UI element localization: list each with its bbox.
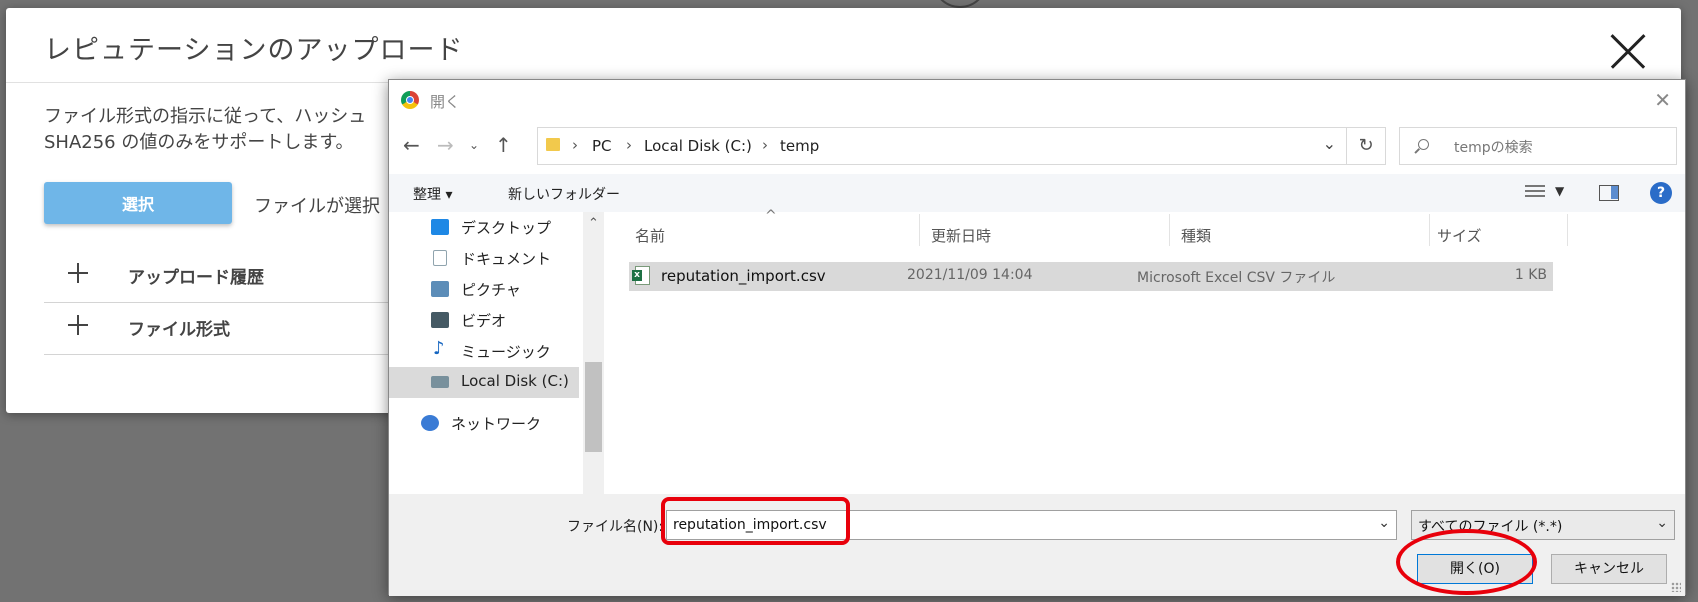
forward-arrow-icon[interactable]: → <box>437 133 454 157</box>
sidebar-item-music[interactable]: ♪ ミュージック <box>389 336 579 367</box>
plus-icon <box>68 262 90 284</box>
sidebar-item-pictures[interactable]: ピクチャ <box>389 274 579 305</box>
chrome-icon <box>401 91 419 109</box>
sidebar-item-network[interactable]: ネットワーク <box>389 408 579 439</box>
folder-icon <box>546 138 560 151</box>
up-arrow-icon[interactable]: ↑ <box>495 133 512 157</box>
modal-description: ファイル形式の指示に従って、ハッシュ SHA256 の値のみをサポートします。 <box>44 104 404 156</box>
desktop-icon <box>431 219 449 235</box>
column-header-size[interactable]: サイズ <box>1437 225 1482 246</box>
description-line-1: ファイル形式の指示に従って、ハッシュ <box>44 106 367 127</box>
sort-ascending-icon: ^ <box>765 208 777 224</box>
select-file-button[interactable]: 選択 <box>44 182 232 224</box>
accordion-file-format[interactable]: ファイル形式 <box>44 302 404 355</box>
file-open-dialog: 開く ✕ ← → ⌄ ↑ › PC › Local Disk (C:) › te… <box>388 79 1686 596</box>
sidebar-item-label: ドキュメント <box>461 250 552 268</box>
sidebar-item-local-disk[interactable]: Local Disk (C:) <box>389 367 579 398</box>
chevron-right-icon: › <box>572 136 578 154</box>
sidebar-item-documents[interactable]: ドキュメント <box>389 243 579 274</box>
chevron-up-icon[interactable]: ⌃ <box>588 216 599 231</box>
scrollbar-thumb[interactable] <box>585 362 602 452</box>
filename-label: ファイル名(N): <box>567 519 664 535</box>
description-line-2: SHA256 の値のみをサポートします。 <box>44 132 354 153</box>
sidebar-item-desktop[interactable]: デスクトップ <box>389 212 579 243</box>
video-icon <box>431 312 449 328</box>
sidebar-item-label: ビデオ <box>461 312 507 330</box>
breadcrumb-pc[interactable]: PC <box>592 137 612 155</box>
chevron-down-icon[interactable]: ⌄ <box>1378 515 1390 531</box>
highlight-open-button <box>1396 529 1537 595</box>
modal-header: レピュテーションのアップロード <box>6 8 1681 83</box>
file-modified: 2021/11/09 14:04 <box>907 267 1033 283</box>
document-icon <box>433 250 447 266</box>
file-name: reputation_import.csv <box>661 267 826 285</box>
plus-icon <box>68 314 90 336</box>
sidebar-item-label: ネットワーク <box>451 415 542 433</box>
modal-title: レピュテーションのアップロード <box>44 35 464 66</box>
column-divider <box>919 214 920 246</box>
command-bar: 整理 ▾ 新しいフォルダー ▼ ? <box>389 174 1685 212</box>
music-icon: ♪ <box>433 338 445 359</box>
background-circle <box>932 0 988 8</box>
file-size: 1 KB <box>1514 267 1547 283</box>
sidebar-item-label: ミュージック <box>461 343 551 361</box>
resize-grip[interactable] <box>1671 582 1681 592</box>
help-icon[interactable]: ? <box>1650 182 1672 204</box>
no-file-selected-text: ファイルが選択 <box>254 196 380 217</box>
column-divider <box>1429 214 1430 246</box>
chevron-down-icon[interactable]: ▼ <box>1555 184 1564 198</box>
chevron-down-icon[interactable]: ⌄ <box>1323 134 1336 153</box>
sidebar-item-label: ピクチャ <box>461 281 521 299</box>
sidebar-item-videos[interactable]: ビデオ <box>389 305 579 336</box>
chevron-down-icon[interactable]: ⌄ <box>469 138 479 152</box>
sidebar-item-label: デスクトップ <box>461 219 552 237</box>
picture-icon <box>431 281 449 297</box>
accordion-label: アップロード履歴 <box>128 268 264 288</box>
disk-icon <box>431 376 449 388</box>
file-row[interactable]: reputation_import.csv 2021/11/09 14:04 M… <box>629 262 1553 291</box>
search-input[interactable]: tempの検索 <box>1399 127 1677 165</box>
refresh-icon[interactable]: ↻ <box>1346 127 1386 165</box>
organize-menu[interactable]: 整理 ▾ <box>413 184 452 204</box>
column-divider <box>1169 214 1170 246</box>
preview-pane-icon[interactable] <box>1599 185 1619 201</box>
dialog-title: 開く <box>430 93 461 111</box>
close-icon[interactable] <box>1611 34 1645 68</box>
new-folder-button[interactable]: 新しいフォルダー <box>508 184 620 204</box>
chevron-right-icon: › <box>762 136 768 154</box>
address-bar[interactable]: › PC › Local Disk (C:) › temp ⌄ <box>537 127 1347 165</box>
csv-file-icon <box>632 266 650 285</box>
breadcrumb-temp[interactable]: temp <box>780 137 819 155</box>
dialog-titlebar: 開く ✕ <box>389 80 1685 120</box>
chevron-right-icon: › <box>626 136 632 154</box>
column-header-type[interactable]: 種類 <box>1181 225 1211 246</box>
close-icon[interactable]: ✕ <box>1654 88 1671 112</box>
cancel-button[interactable]: キャンセル <box>1551 554 1667 584</box>
column-header-modified[interactable]: 更新日時 <box>931 225 991 246</box>
back-arrow-icon[interactable]: ← <box>403 133 420 157</box>
view-options-icon[interactable] <box>1525 185 1547 201</box>
file-type: Microsoft Excel CSV ファイル <box>1137 270 1336 286</box>
search-placeholder: tempの検索 <box>1454 140 1533 156</box>
column-header-name[interactable]: 名前 <box>635 225 665 246</box>
sidebar-item-label: Local Disk (C:) <box>461 372 569 390</box>
search-icon <box>1418 139 1429 150</box>
accordion-upload-history[interactable]: アップロード履歴 <box>44 250 404 303</box>
chevron-down-icon: ⌄ <box>1656 515 1668 531</box>
network-icon <box>421 415 439 431</box>
column-divider <box>1567 214 1568 246</box>
breadcrumb-local-disk[interactable]: Local Disk (C:) <box>644 137 752 155</box>
accordion-label: ファイル形式 <box>128 320 230 340</box>
highlight-filename <box>661 497 850 545</box>
